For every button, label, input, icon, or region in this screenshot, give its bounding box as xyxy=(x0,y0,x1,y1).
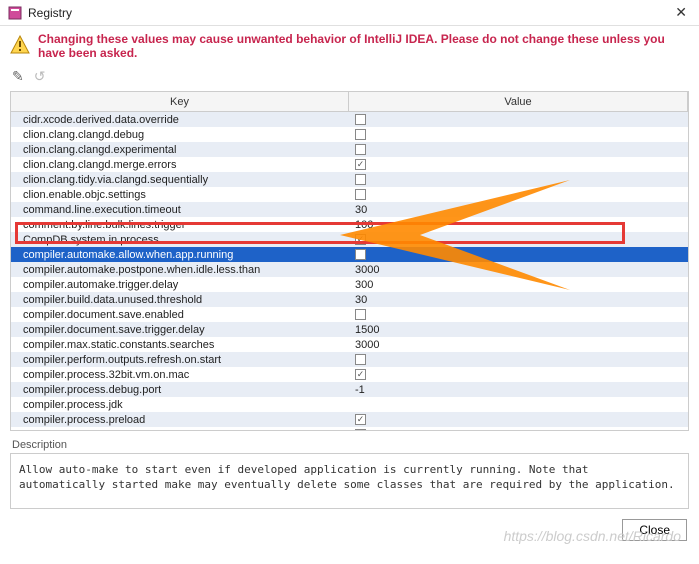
cell-key: clion.clang.clangd.merge.errors xyxy=(11,159,349,171)
cell-key: compiler.process.debug.port xyxy=(11,384,349,396)
close-button[interactable]: Close xyxy=(622,519,687,541)
table-body[interactable]: cidr.xcode.derived.data.override clion.cl… xyxy=(11,112,688,431)
table-row[interactable]: compiler.build.data.unused.threshold30 xyxy=(11,292,688,307)
checkbox[interactable]: ✓ xyxy=(355,414,366,425)
warning-row: Changing these values may cause unwanted… xyxy=(0,26,699,66)
toolbar: ✎ ↺ xyxy=(0,66,699,91)
window-title: Registry xyxy=(28,6,671,20)
table-header: Key Value xyxy=(11,92,688,112)
table-row[interactable]: compiler.process.jdk xyxy=(11,397,688,412)
table-row[interactable]: command.line.execution.timeout30 xyxy=(11,202,688,217)
cell-key: clion.clang.tidy.via.clangd.sequentially xyxy=(11,174,349,186)
cell-value[interactable]: 30 xyxy=(349,294,688,306)
table-row[interactable]: CompDB.system.in.process ✓ xyxy=(11,232,688,247)
cell-value[interactable]: ✓ xyxy=(349,414,688,425)
cell-value[interactable] xyxy=(349,144,688,155)
cell-value[interactable]: ✓ xyxy=(349,429,688,431)
cell-key: compiler.process.32bit.vm.on.mac xyxy=(11,369,349,381)
cell-key: compiler.max.static.constants.searches xyxy=(11,339,349,351)
checkbox[interactable] xyxy=(355,129,366,140)
cell-value[interactable] xyxy=(349,249,688,260)
table-row[interactable]: compiler.process.debug.port-1 xyxy=(11,382,688,397)
table-row[interactable]: compiler.max.static.constants.searches30… xyxy=(11,337,688,352)
checkbox[interactable] xyxy=(355,309,366,320)
table-row[interactable]: compiler.process.use.memory.temp.cache ✓ xyxy=(11,427,688,431)
cell-key: compiler.process.jdk xyxy=(11,399,349,411)
cell-value[interactable] xyxy=(349,354,688,365)
table-row[interactable]: compiler.process.32bit.vm.on.mac ✓ xyxy=(11,367,688,382)
table-row[interactable]: clion.clang.clangd.debug xyxy=(11,127,688,142)
table-row[interactable]: compiler.automake.postpone.when.idle.les… xyxy=(11,262,688,277)
titlebar: Registry ✕ xyxy=(0,0,699,26)
table-row[interactable]: compiler.process.preload ✓ xyxy=(11,412,688,427)
warning-message: Changing these values may cause unwanted… xyxy=(38,32,689,60)
cell-key: compiler.automake.postpone.when.idle.les… xyxy=(11,264,349,276)
cell-key: compiler.document.save.enabled xyxy=(11,309,349,321)
table-row[interactable]: compiler.perform.outputs.refresh.on.star… xyxy=(11,352,688,367)
cell-value[interactable]: ✓ xyxy=(349,234,688,245)
window-close-icon[interactable]: ✕ xyxy=(671,4,691,21)
cell-key: compiler.document.save.trigger.delay xyxy=(11,324,349,336)
undo-button[interactable]: ↺ xyxy=(34,68,46,85)
registry-table: Key Value cidr.xcode.derived.data.overri… xyxy=(10,91,689,431)
cell-value[interactable] xyxy=(349,174,688,185)
table-row[interactable]: comment.by.line.bulk.lines.trigger100 xyxy=(11,217,688,232)
table-row[interactable]: compiler.document.save.enabled xyxy=(11,307,688,322)
cell-value[interactable] xyxy=(349,309,688,320)
table-row[interactable]: compiler.document.save.trigger.delay1500 xyxy=(11,322,688,337)
table-row[interactable]: compiler.automake.trigger.delay300 xyxy=(11,277,688,292)
checkbox[interactable]: ✓ xyxy=(355,159,366,170)
cell-key: compiler.perform.outputs.refresh.on.star… xyxy=(11,354,349,366)
checkbox[interactable] xyxy=(355,249,366,260)
cell-key: compiler.process.preload xyxy=(11,414,349,426)
table-row[interactable]: clion.clang.clangd.merge.errors ✓ xyxy=(11,157,688,172)
table-row[interactable]: clion.enable.objc.settings xyxy=(11,187,688,202)
cell-value[interactable]: ✓ xyxy=(349,369,688,380)
column-header-value[interactable]: Value xyxy=(349,92,688,111)
cell-value[interactable]: 3000 xyxy=(349,264,688,276)
cell-value[interactable]: 1500 xyxy=(349,324,688,336)
cell-key: command.line.execution.timeout xyxy=(11,204,349,216)
checkbox[interactable] xyxy=(355,354,366,365)
cell-key: comment.by.line.bulk.lines.trigger xyxy=(11,219,349,231)
table-row[interactable]: cidr.xcode.derived.data.override xyxy=(11,112,688,127)
cell-value[interactable]: 30 xyxy=(349,204,688,216)
checkbox[interactable]: ✓ xyxy=(355,429,366,431)
cell-value[interactable] xyxy=(349,129,688,140)
edit-button[interactable]: ✎ xyxy=(12,68,24,85)
cell-key: compiler.automake.allow.when.app.running xyxy=(11,249,349,261)
cell-key: clion.clang.clangd.debug xyxy=(11,129,349,141)
cell-value[interactable]: -1 xyxy=(349,384,688,396)
cell-value[interactable]: 100 xyxy=(349,219,688,231)
cell-key: CompDB.system.in.process xyxy=(11,234,349,246)
description-box: Allow auto-make to start even if develop… xyxy=(10,453,689,509)
checkbox[interactable]: ✓ xyxy=(355,234,366,245)
table-row[interactable]: compiler.automake.allow.when.app.running xyxy=(11,247,688,262)
cell-value[interactable]: 300 xyxy=(349,279,688,291)
footer: Close xyxy=(0,509,699,551)
checkbox[interactable] xyxy=(355,189,366,200)
table-row[interactable]: clion.clang.clangd.experimental xyxy=(11,142,688,157)
warning-icon xyxy=(10,35,30,58)
cell-value[interactable]: 3000 xyxy=(349,339,688,351)
cell-key: compiler.process.use.memory.temp.cache xyxy=(11,429,349,432)
cell-value[interactable] xyxy=(349,189,688,200)
table-row[interactable]: clion.clang.tidy.via.clangd.sequentially xyxy=(11,172,688,187)
checkbox[interactable] xyxy=(355,144,366,155)
cell-key: clion.clang.clangd.experimental xyxy=(11,144,349,156)
cell-key: compiler.automake.trigger.delay xyxy=(11,279,349,291)
app-icon xyxy=(8,6,22,20)
column-header-key[interactable]: Key xyxy=(11,92,349,111)
checkbox[interactable] xyxy=(355,114,366,125)
cell-value[interactable]: ✓ xyxy=(349,159,688,170)
cell-value[interactable] xyxy=(349,114,688,125)
description-label: Description xyxy=(12,439,687,451)
checkbox[interactable]: ✓ xyxy=(355,369,366,380)
checkbox[interactable] xyxy=(355,174,366,185)
cell-key: clion.enable.objc.settings xyxy=(11,189,349,201)
cell-key: compiler.build.data.unused.threshold xyxy=(11,294,349,306)
cell-key: cidr.xcode.derived.data.override xyxy=(11,114,349,126)
